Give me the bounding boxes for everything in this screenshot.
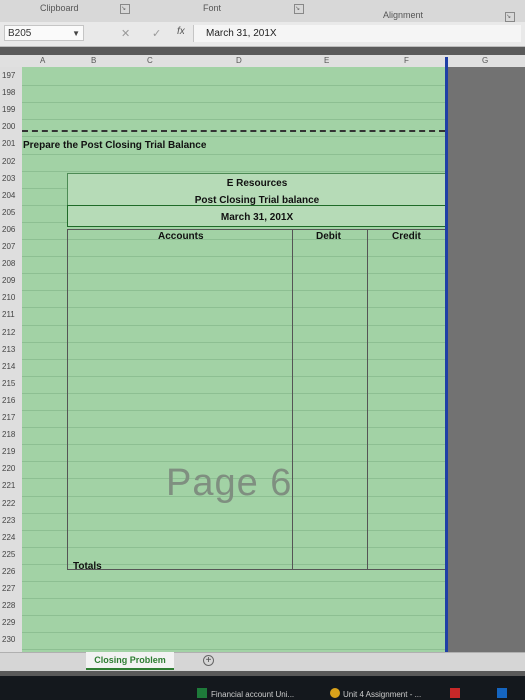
row-header-214[interactable]: 214 — [2, 362, 15, 371]
column-header-f[interactable]: F — [404, 55, 409, 67]
selected-cell-b205[interactable] — [67, 205, 447, 227]
row-header-224[interactable]: 224 — [2, 533, 15, 542]
excel-icon[interactable] — [197, 688, 207, 698]
font-group-label: Font — [203, 3, 222, 13]
name-box[interactable]: B205 ▼ — [4, 25, 84, 41]
row-header-205[interactable]: 205 — [2, 208, 15, 217]
table-divider-credit — [367, 229, 368, 570]
ribbon: Clipboard ↘ Font ↘ Alignment ↘ — [0, 0, 525, 23]
credit-header: Credit — [392, 231, 421, 242]
chrome-icon[interactable] — [330, 688, 340, 698]
row-header-208[interactable]: 208 — [2, 259, 15, 268]
row-header-218[interactable]: 218 — [2, 430, 15, 439]
row-gridline — [22, 649, 445, 651]
row-gridline — [22, 615, 445, 617]
row-header-197[interactable]: 197 — [2, 71, 15, 80]
row-header-216[interactable]: 216 — [2, 396, 15, 405]
row-header-223[interactable]: 223 — [2, 516, 15, 525]
row-header-201[interactable]: 201 — [2, 139, 15, 148]
table-divider-debit — [292, 229, 293, 570]
row-header-228[interactable]: 228 — [2, 601, 15, 610]
selection-border — [445, 57, 448, 653]
formula-bar: B205 ▼ ✕ ✓ fx March 31, 201X — [0, 22, 525, 47]
column-header-e[interactable]: E — [324, 55, 329, 67]
font-launcher-icon[interactable]: ↘ — [294, 4, 304, 14]
formula-input[interactable]: March 31, 201X — [193, 25, 521, 42]
row-gridline — [22, 85, 445, 87]
column-header-b[interactable]: B — [91, 55, 96, 67]
company-name: E Resources — [226, 178, 288, 189]
totals-label: Totals — [73, 561, 102, 572]
row-header-199[interactable]: 199 — [2, 105, 15, 114]
sheet-tab-bar — [0, 652, 525, 671]
insert-function-icon[interactable]: fx — [177, 26, 185, 37]
row-gridline — [22, 598, 445, 600]
row-gridline — [22, 136, 445, 138]
column-header-c[interactable]: C — [147, 55, 153, 67]
row-header-222[interactable]: 222 — [2, 499, 15, 508]
debit-header: Debit — [316, 231, 341, 242]
trial-balance-table — [67, 229, 447, 570]
row-header-209[interactable]: 209 — [2, 276, 15, 285]
row-header-217[interactable]: 217 — [2, 413, 15, 422]
page-watermark: Page 6 — [166, 462, 293, 504]
row-header-207[interactable]: 207 — [2, 242, 15, 251]
column-header-d[interactable]: D — [236, 55, 242, 67]
row-header-221[interactable]: 221 — [2, 481, 15, 490]
name-box-value: B205 — [8, 28, 32, 39]
row-headers — [0, 67, 23, 652]
row-gridline — [22, 170, 445, 172]
row-header-203[interactable]: 203 — [2, 174, 15, 183]
cancel-icon[interactable]: ✕ — [121, 27, 130, 40]
clipboard-launcher-icon[interactable]: ↘ — [120, 4, 130, 14]
row-header-211[interactable]: 211 — [2, 310, 15, 319]
clipboard-group-label: Clipboard — [40, 3, 79, 13]
sheet-tab-closing-problem[interactable]: Closing Problem — [86, 652, 174, 670]
instruction-text: Prepare the Post Closing Trial Balance — [23, 140, 207, 151]
row-header-229[interactable]: 229 — [2, 618, 15, 627]
enter-check-icon[interactable]: ✓ — [152, 27, 161, 40]
outside-print-area — [447, 67, 525, 652]
alignment-launcher-icon[interactable]: ↘ — [505, 12, 515, 22]
accounts-header: Accounts — [158, 231, 204, 242]
row-header-213[interactable]: 213 — [2, 345, 15, 354]
add-sheet-icon[interactable]: + — [203, 655, 214, 666]
page-break-line — [22, 130, 445, 132]
row-header-212[interactable]: 212 — [2, 328, 15, 337]
row-header-204[interactable]: 204 — [2, 191, 15, 200]
row-header-219[interactable]: 219 — [2, 447, 15, 456]
row-header-215[interactable]: 215 — [2, 379, 15, 388]
column-header-g[interactable]: G — [482, 55, 488, 67]
row-header-202[interactable]: 202 — [2, 157, 15, 166]
row-header-227[interactable]: 227 — [2, 584, 15, 593]
app-icon[interactable] — [450, 688, 460, 698]
app-icon-2[interactable] — [497, 688, 507, 698]
row-header-220[interactable]: 220 — [2, 464, 15, 473]
chevron-down-icon[interactable]: ▼ — [72, 26, 80, 42]
row-header-230[interactable]: 230 — [2, 635, 15, 644]
row-header-206[interactable]: 206 — [2, 225, 15, 234]
row-header-200[interactable]: 200 — [2, 122, 15, 131]
alignment-group-label: Alignment — [383, 10, 424, 20]
row-gridline — [22, 102, 445, 104]
row-gridline — [22, 119, 445, 121]
row-header-198[interactable]: 198 — [2, 88, 15, 97]
column-header-a[interactable]: A — [40, 55, 45, 67]
row-gridline — [22, 153, 445, 155]
row-gridline — [22, 632, 445, 634]
row-header-210[interactable]: 210 — [2, 293, 15, 302]
taskbar-item-unit4[interactable]: Unit 4 Assignment - ... — [343, 690, 421, 699]
taskbar-item-financial[interactable]: Financial account Uni... — [211, 690, 294, 699]
row-header-225[interactable]: 225 — [2, 550, 15, 559]
row-gridline — [22, 581, 445, 582]
row-header-226[interactable]: 226 — [2, 567, 15, 576]
